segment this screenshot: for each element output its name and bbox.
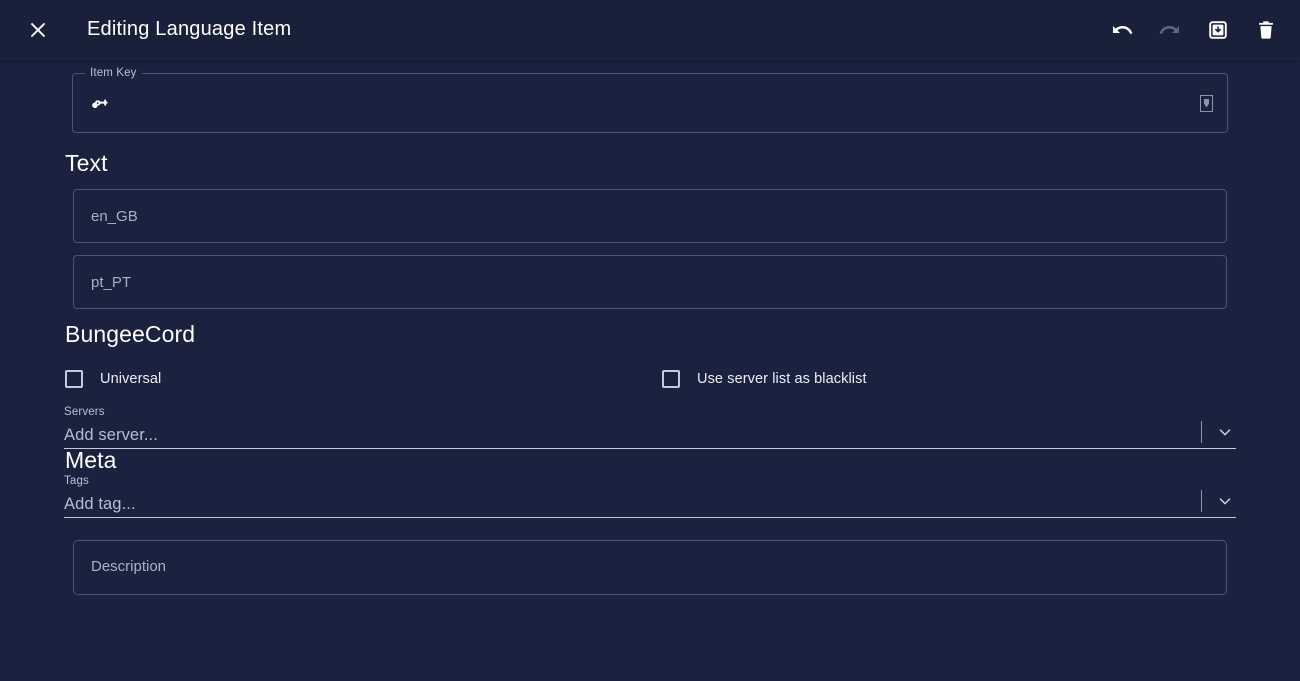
close-icon <box>27 19 49 41</box>
servers-select-value: Add server... <box>64 426 158 444</box>
text-en-gb-wrapper <box>73 189 1227 243</box>
bungeecord-checkbox-row: Universal Use server list as blacklist <box>0 370 1300 388</box>
trash-icon <box>1254 18 1278 42</box>
missing-glyph-icon[interactable] <box>1200 94 1213 112</box>
servers-select-caption: Servers <box>64 406 105 418</box>
editing-language-item-dialog: Editing Language Item Item Key Text en_G… <box>0 0 1300 681</box>
blacklist-checkbox-label: Use server list as blacklist <box>697 371 867 387</box>
select-divider <box>1201 421 1202 443</box>
save-button[interactable] <box>1198 10 1238 50</box>
undo-button[interactable] <box>1102 10 1142 50</box>
key-icon <box>91 92 113 114</box>
section-title-meta: Meta <box>65 447 117 473</box>
save-download-icon <box>1206 18 1230 42</box>
item-key-legend: Item Key <box>85 66 142 80</box>
delete-button[interactable] <box>1246 10 1286 50</box>
close-button[interactable] <box>18 10 58 50</box>
chevron-down-icon[interactable] <box>1216 423 1234 441</box>
item-key-field[interactable]: Item Key <box>72 66 1228 133</box>
appbar-actions <box>1102 10 1286 50</box>
redo-button[interactable] <box>1150 10 1190 50</box>
page-title: Editing Language Item <box>87 18 292 40</box>
chevron-down-icon[interactable] <box>1216 492 1234 510</box>
text-pt-pt-wrapper <box>73 255 1227 309</box>
servers-select-block: Servers Add server... <box>64 406 1236 449</box>
servers-select[interactable]: Add server... <box>64 421 1236 449</box>
section-title-text: Text <box>65 150 108 176</box>
checkbox-box-unchecked-icon <box>65 370 83 388</box>
blacklist-checkbox[interactable]: Use server list as blacklist <box>662 370 867 388</box>
tags-select-value: Add tag... <box>64 495 136 513</box>
description-wrapper <box>73 540 1227 600</box>
tags-select-block: Tags Add tag... <box>64 475 1236 518</box>
section-title-bungeecord: BungeeCord <box>65 321 196 347</box>
undo-icon <box>1110 18 1134 42</box>
redo-icon <box>1158 18 1182 42</box>
description-textarea[interactable] <box>73 540 1227 595</box>
universal-checkbox-label: Universal <box>100 371 162 387</box>
select-divider <box>1201 490 1202 512</box>
app-bar: Editing Language Item <box>0 0 1300 59</box>
checkbox-box-unchecked-icon <box>662 370 680 388</box>
universal-checkbox[interactable]: Universal <box>65 370 662 388</box>
form-content: Item Key Text BungeeCord Universal <box>0 59 1300 681</box>
tags-select[interactable]: Add tag... <box>64 490 1236 518</box>
tags-select-caption: Tags <box>64 475 89 487</box>
text-en-gb-input[interactable] <box>73 189 1227 243</box>
text-pt-pt-input[interactable] <box>73 255 1227 309</box>
